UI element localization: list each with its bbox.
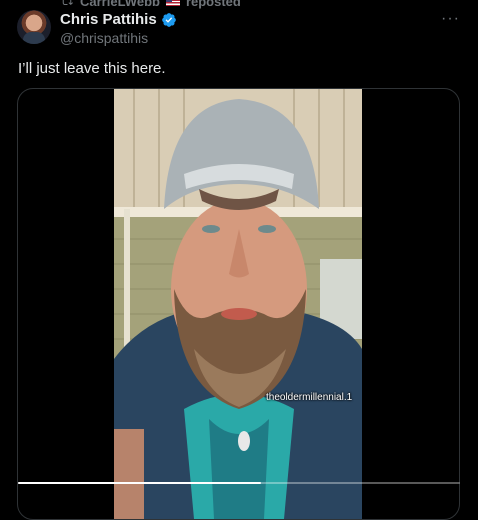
more-options-button[interactable]: ··· [441, 10, 460, 28]
video-watermark: theoldermillennial.1 [266, 392, 353, 403]
author-name[interactable]: Chris Pattihis [60, 11, 157, 28]
avatar[interactable] [17, 10, 51, 44]
video-progress-fill [18, 482, 262, 484]
author-handle[interactable]: @chrispattihis [60, 30, 148, 46]
repost-icon [62, 0, 73, 6]
repost-label: reposted [185, 0, 241, 9]
repost-user[interactable]: CarrieLWebb [80, 0, 160, 9]
repost-indicator[interactable]: CarrieLWebb reposted [60, 0, 241, 9]
video-progress-bar[interactable] [18, 482, 460, 484]
us-flag-icon [165, 0, 180, 6]
video-player[interactable] [17, 88, 460, 520]
video-frame[interactable] [114, 89, 362, 519]
verified-badge-icon [161, 12, 177, 28]
tweet-text: I’ll just leave this here. [18, 60, 166, 77]
video-thumbnail [114, 89, 362, 519]
